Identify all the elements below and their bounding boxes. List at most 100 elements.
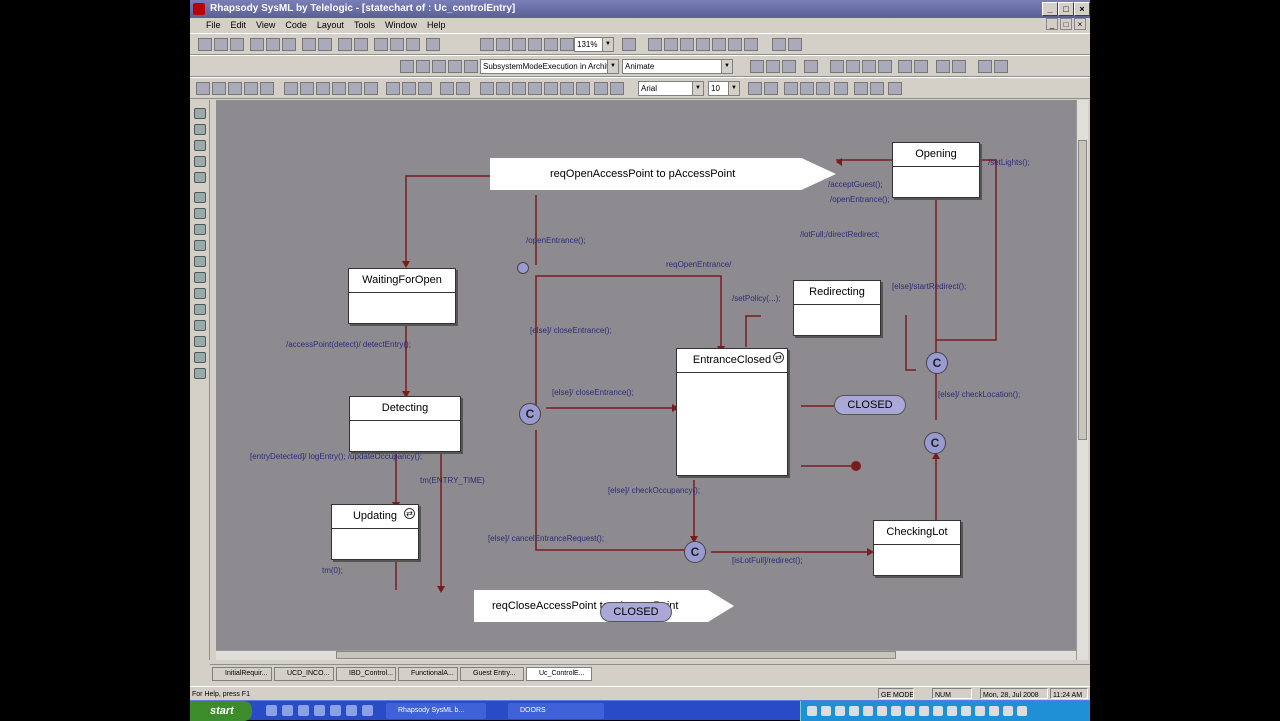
minimize-button[interactable]: _ xyxy=(1042,2,1058,16)
tray-icon[interactable] xyxy=(849,706,859,716)
vertical-scrollbar[interactable] xyxy=(1076,100,1088,660)
send-action-tool-icon[interactable] xyxy=(194,336,206,347)
tray-icon[interactable] xyxy=(905,706,915,716)
open-icon[interactable] xyxy=(214,38,228,51)
transition-label[interactable]: /openEntrance(); xyxy=(830,195,890,205)
view-icon-5[interactable] xyxy=(898,60,912,73)
diagram-icon-5[interactable] xyxy=(712,38,726,51)
transition-label[interactable]: tm(0); xyxy=(322,566,343,576)
menu-view[interactable]: View xyxy=(256,18,275,32)
fork-tool-icon[interactable] xyxy=(194,272,206,283)
copy-icon[interactable] xyxy=(266,38,280,51)
link-icon[interactable] xyxy=(804,60,818,73)
transition-label[interactable]: [else]/ checkLocation(); xyxy=(938,390,1020,400)
state-redirecting[interactable]: Redirecting xyxy=(793,280,881,336)
tab-functional-analysis[interactable]: FunctionalA... xyxy=(398,667,458,681)
text-align-left-icon[interactable] xyxy=(784,82,798,95)
transition-label[interactable]: [isLotFull]/redirect(); xyxy=(732,556,803,566)
italic-icon[interactable] xyxy=(764,82,778,95)
history-tool-icon[interactable] xyxy=(194,192,206,203)
space-h-icon[interactable] xyxy=(440,82,454,95)
tab-ibd-control[interactable]: IBD_Control... xyxy=(336,667,396,681)
tray-icon[interactable] xyxy=(863,706,873,716)
find-icon[interactable] xyxy=(374,38,388,51)
tray-icon[interactable] xyxy=(1017,706,1027,716)
browser-icon[interactable] xyxy=(406,38,420,51)
layout-icon-3[interactable] xyxy=(260,82,274,95)
help-icon[interactable] xyxy=(318,38,332,51)
nav-back-icon[interactable] xyxy=(936,60,950,73)
debug-icon[interactable] xyxy=(464,60,478,73)
align-right-icon[interactable] xyxy=(316,82,330,95)
transition-label[interactable]: /setPolicy(...); xyxy=(732,294,780,304)
text-align-center-icon[interactable] xyxy=(800,82,814,95)
pan-icon[interactable] xyxy=(528,38,542,51)
tray-icon[interactable] xyxy=(989,706,999,716)
horizontal-scrollbar[interactable] xyxy=(216,650,1076,660)
closed-reference-bottom[interactable]: CLOSED xyxy=(600,602,672,622)
diagram-icon-7[interactable] xyxy=(744,38,758,51)
transition-label[interactable]: [else]/ closeEntrance(); xyxy=(530,326,612,336)
state-opening[interactable]: Opening xyxy=(892,142,980,198)
mode-select[interactable]: Animate ▼ xyxy=(622,59,733,74)
note-tool-icon[interactable] xyxy=(194,368,206,379)
menu-edit[interactable]: Edit xyxy=(231,18,247,32)
text-icon[interactable] xyxy=(594,82,608,95)
run-icon[interactable] xyxy=(416,60,430,73)
default-transition-tool-icon[interactable] xyxy=(194,156,206,167)
transition-label[interactable]: tm(ENTRY_TIME) xyxy=(420,476,485,486)
termination-tool-icon[interactable] xyxy=(194,256,206,267)
quick-launch-icon[interactable] xyxy=(346,705,357,716)
transition-label[interactable]: /openEntrance(); xyxy=(526,236,586,246)
transition-label[interactable]: [else]/ closeEntrance(); xyxy=(552,388,634,398)
make-icon[interactable] xyxy=(400,60,414,73)
diagram-icon-3[interactable] xyxy=(680,38,694,51)
cut-icon[interactable] xyxy=(250,38,264,51)
dependency-tool-icon[interactable] xyxy=(194,320,206,331)
quick-launch-icon[interactable] xyxy=(266,705,277,716)
state-tool-icon[interactable] xyxy=(194,124,206,135)
gen-icon-2[interactable] xyxy=(766,60,780,73)
diagram-icon-6[interactable] xyxy=(728,38,742,51)
freehand-icon[interactable] xyxy=(560,82,574,95)
delete-icon[interactable] xyxy=(426,38,440,51)
snap-icon[interactable] xyxy=(212,82,226,95)
transition-label[interactable]: /lotFull;/directRedirect; xyxy=(800,230,880,240)
favorite-icon[interactable] xyxy=(978,60,992,73)
menu-help[interactable]: Help xyxy=(427,18,446,32)
mdi-close-button[interactable]: × xyxy=(1074,18,1086,30)
layout-icon-1[interactable] xyxy=(228,82,242,95)
rectangle-icon[interactable] xyxy=(528,82,542,95)
view-icon-3[interactable] xyxy=(862,60,876,73)
tray-icon[interactable] xyxy=(1003,706,1013,716)
diagram-icon-4[interactable] xyxy=(696,38,710,51)
diagram-connector-tool-icon[interactable] xyxy=(194,240,206,251)
menu-file[interactable]: File xyxy=(206,18,221,32)
gen-icon-3[interactable] xyxy=(782,60,796,73)
align-bottom-icon[interactable] xyxy=(364,82,378,95)
view-icon-2[interactable] xyxy=(846,60,860,73)
start-button[interactable]: start xyxy=(190,701,252,721)
condition-connector[interactable]: C xyxy=(924,432,946,454)
zoom-reset-icon[interactable] xyxy=(560,38,574,51)
view-icon-6[interactable] xyxy=(914,60,928,73)
transition-label[interactable]: /accessPoint(detect)/ detectEntry(); xyxy=(286,340,411,350)
nav-forward-icon[interactable] xyxy=(952,60,966,73)
diagram-icon-1[interactable] xyxy=(648,38,662,51)
tab-ucd-inco[interactable]: UCD_INCO... xyxy=(274,667,334,681)
gen-icon-1[interactable] xyxy=(750,60,764,73)
bullets-icon[interactable] xyxy=(834,82,848,95)
new-icon[interactable] xyxy=(198,38,212,51)
fill-color-icon[interactable] xyxy=(870,82,884,95)
layout-icon-2[interactable] xyxy=(244,82,258,95)
state-detecting[interactable]: Detecting xyxy=(349,396,461,452)
line-color-icon[interactable] xyxy=(854,82,868,95)
transition-label[interactable]: [else]/ checkOccupancy(); xyxy=(608,486,700,496)
transition-label[interactable]: /acceptGuest(); xyxy=(828,180,883,190)
zoom-window-icon[interactable] xyxy=(544,38,558,51)
accept-event-tool-icon[interactable] xyxy=(194,352,206,363)
animate-icon[interactable] xyxy=(448,60,462,73)
tab-guest-entry[interactable]: Guest Entry... xyxy=(460,667,524,681)
transition-label[interactable]: [else]/ cancelEntranceRequest(); xyxy=(488,534,604,544)
state-updating[interactable]: Updating ⇄ xyxy=(331,504,419,560)
